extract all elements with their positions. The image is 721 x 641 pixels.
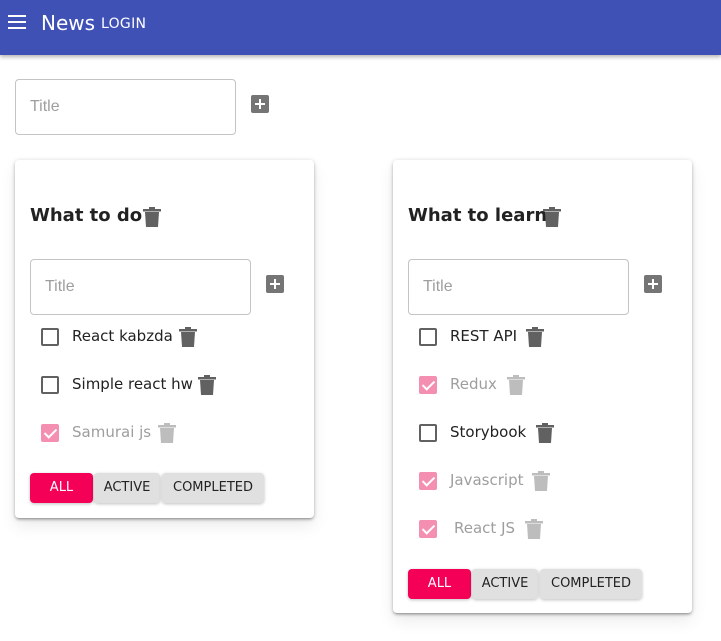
task-item: Javascript — [419, 466, 669, 496]
task-checkbox[interactable] — [41, 424, 59, 442]
delete-task-icon[interactable] — [532, 471, 550, 491]
filter-completed-button[interactable]: COMPLETED — [162, 473, 264, 503]
filter-active-button[interactable]: ACTIVE — [94, 473, 160, 503]
task-item: React JS — [419, 514, 669, 544]
task-checkbox[interactable] — [41, 376, 59, 394]
task-checkbox[interactable] — [419, 424, 437, 442]
delete-task-icon[interactable] — [536, 423, 554, 443]
delete-task-icon[interactable] — [158, 423, 176, 443]
login-button[interactable]: LOGIN — [95, 14, 152, 34]
add-task-icon[interactable] — [644, 275, 662, 293]
task-title-input[interactable] — [31, 260, 250, 314]
task-text[interactable]: React JS — [454, 519, 515, 537]
filter-active-button[interactable]: ACTIVE — [472, 569, 538, 599]
task-text[interactable]: Samurai js — [72, 423, 151, 441]
app-bar: News LOGIN — [0, 0, 721, 55]
task-text[interactable]: Redux — [450, 375, 497, 393]
app-title: News — [41, 11, 96, 35]
task-item: REST API — [419, 322, 669, 352]
task-checkbox[interactable] — [41, 328, 59, 346]
task-title-field[interactable] — [30, 259, 251, 315]
delete-task-icon[interactable] — [198, 375, 216, 395]
delete-task-icon[interactable] — [525, 519, 543, 539]
task-checkbox[interactable] — [419, 328, 437, 346]
filter-buttons: ALL ACTIVE COMPLETED — [408, 569, 648, 599]
task-text[interactable]: Simple react hw — [72, 375, 193, 393]
task-checkbox[interactable] — [419, 472, 437, 490]
task-text[interactable]: Storybook — [450, 423, 526, 441]
task-checkbox[interactable] — [419, 520, 437, 538]
todo-list-card-0: What to do React kabzda Simple react hw … — [15, 160, 314, 518]
add-list-icon[interactable] — [251, 95, 269, 113]
filter-all-button[interactable]: ALL — [30, 473, 93, 503]
new-list-title-input[interactable] — [16, 80, 235, 134]
list-title: What to do — [30, 205, 143, 226]
filter-buttons: ALL ACTIVE COMPLETED — [30, 473, 270, 503]
task-title-input[interactable] — [409, 260, 628, 314]
task-checkbox[interactable] — [419, 376, 437, 394]
task-item: Samurai js — [41, 418, 291, 448]
task-item: React kabzda — [41, 322, 291, 352]
new-list-title-field[interactable] — [15, 79, 236, 135]
task-item: Storybook — [419, 418, 669, 448]
task-text[interactable]: Javascript — [450, 471, 523, 489]
delete-list-icon[interactable] — [543, 207, 561, 227]
task-text[interactable]: REST API — [450, 327, 517, 345]
task-title-field[interactable] — [408, 259, 629, 315]
delete-task-icon[interactable] — [179, 327, 197, 347]
task-item: Simple react hw — [41, 370, 291, 400]
filter-all-button[interactable]: ALL — [408, 569, 471, 599]
todo-list-card-1: What to learn REST API Redux Storybook J… — [393, 160, 692, 613]
delete-task-icon[interactable] — [507, 375, 525, 395]
delete-task-icon[interactable] — [526, 327, 544, 347]
task-item: Redux — [419, 370, 669, 400]
menu-icon[interactable] — [8, 14, 28, 30]
add-task-icon[interactable] — [266, 275, 284, 293]
delete-list-icon[interactable] — [143, 207, 161, 227]
task-text[interactable]: React kabzda — [72, 327, 173, 345]
filter-completed-button[interactable]: COMPLETED — [540, 569, 642, 599]
list-title: What to learn — [408, 205, 548, 226]
